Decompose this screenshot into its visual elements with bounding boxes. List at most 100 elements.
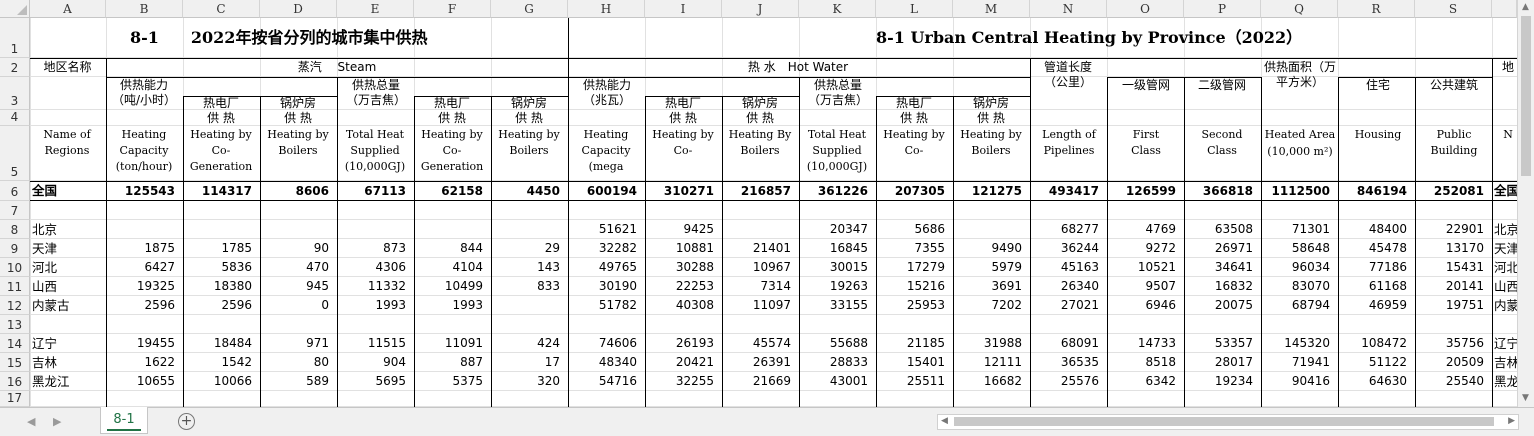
table-cell[interactable]: 62158	[414, 181, 491, 201]
column-header-Q[interactable]: Q	[1261, 0, 1338, 18]
table-cell[interactable]: 36244	[1030, 239, 1107, 258]
table-cell[interactable]: 15431	[1415, 258, 1492, 277]
table-cell[interactable]: 55688	[799, 334, 876, 353]
table-cell[interactable]: 30015	[799, 258, 876, 277]
table-cell[interactable]: 15216	[876, 277, 953, 296]
row-header-10[interactable]: 10	[0, 258, 30, 277]
table-cell[interactable]: 4769	[1107, 220, 1184, 239]
scroll-right-icon[interactable]: ▶	[1508, 416, 1515, 426]
table-cell[interactable]: 13170	[1415, 239, 1492, 258]
column-header-E[interactable]: E	[337, 0, 414, 18]
table-cell[interactable]	[106, 220, 183, 239]
table-cell[interactable]: 7202	[953, 296, 1030, 315]
table-cell[interactable]: 21669	[722, 372, 799, 391]
table-cell[interactable]: 20141	[1415, 277, 1492, 296]
table-cell[interactable]: 12111	[953, 353, 1030, 372]
table-cell[interactable]: 32255	[645, 372, 722, 391]
table-cell[interactable]: 1993	[337, 296, 414, 315]
table-cell[interactable]: 71941	[1261, 353, 1338, 372]
table-cell[interactable]: 9272	[1107, 239, 1184, 258]
table-cell[interactable]: 10521	[1107, 258, 1184, 277]
table-cell[interactable]: 83070	[1261, 277, 1338, 296]
table-cell[interactable]: 26391	[722, 353, 799, 372]
table-cell[interactable]: 18484	[183, 334, 260, 353]
column-header-A[interactable]: A	[30, 0, 106, 18]
table-cell[interactable]: 8606	[260, 181, 337, 201]
table-cell[interactable]: 29	[491, 239, 568, 258]
table-cell[interactable]: 40308	[645, 296, 722, 315]
table-cell[interactable]: 64630	[1338, 372, 1415, 391]
table-cell[interactable]: 96034	[1261, 258, 1338, 277]
table-cell[interactable]: 1622	[106, 353, 183, 372]
table-cell[interactable]: 252081	[1415, 181, 1492, 201]
table-cell[interactable]: 25540	[1415, 372, 1492, 391]
table-cell[interactable]: 11332	[337, 277, 414, 296]
vertical-scroll-thumb[interactable]	[1521, 16, 1531, 176]
column-header-M[interactable]: M	[953, 0, 1030, 18]
table-cell[interactable]: 68277	[1030, 220, 1107, 239]
table-cell[interactable]: 2596	[183, 296, 260, 315]
table-cell[interactable]: 45574	[722, 334, 799, 353]
row-header-15[interactable]: 15	[0, 353, 30, 372]
table-cell[interactable]: 207305	[876, 181, 953, 201]
table-cell[interactable]: 20421	[645, 353, 722, 372]
table-cell[interactable]: 51122	[1338, 353, 1415, 372]
table-cell[interactable]: 361226	[799, 181, 876, 201]
table-cell[interactable]: 21401	[722, 239, 799, 258]
table-cell[interactable]: 20347	[799, 220, 876, 239]
table-cell[interactable]: 67113	[337, 181, 414, 201]
column-header-B[interactable]: B	[106, 0, 183, 18]
prev-sheet-icon[interactable]: ◀	[27, 415, 35, 428]
table-cell[interactable]: 14733	[1107, 334, 1184, 353]
row-header-1[interactable]: 1	[0, 18, 30, 58]
table-cell[interactable]: 4306	[337, 258, 414, 277]
table-cell[interactable]: 7355	[876, 239, 953, 258]
table-cell[interactable]: 945	[260, 277, 337, 296]
row-header-16[interactable]: 16	[0, 372, 30, 391]
row-header-13[interactable]: 13	[0, 315, 30, 334]
table-cell[interactable]: 45478	[1338, 239, 1415, 258]
table-cell[interactable]: 28017	[1184, 353, 1261, 372]
table-cell[interactable]: 31988	[953, 334, 1030, 353]
table-cell[interactable]: 21185	[876, 334, 953, 353]
table-cell[interactable]	[491, 220, 568, 239]
scroll-left-icon[interactable]: ◀	[941, 416, 948, 426]
table-cell[interactable]: 9507	[1107, 277, 1184, 296]
column-header-S[interactable]: S	[1415, 0, 1492, 18]
table-cell[interactable]: 34641	[1184, 258, 1261, 277]
table-cell[interactable]: 45163	[1030, 258, 1107, 277]
column-header-C[interactable]: C	[183, 0, 260, 18]
table-cell[interactable]: 1112500	[1261, 181, 1338, 201]
table-cell[interactable]: 22901	[1415, 220, 1492, 239]
table-cell[interactable]: 16845	[799, 239, 876, 258]
table-cell[interactable]: 26971	[1184, 239, 1261, 258]
sheet-tab[interactable]: 8-1	[100, 407, 148, 434]
table-cell[interactable]: 90	[260, 239, 337, 258]
table-cell[interactable]: 9425	[645, 220, 722, 239]
table-cell[interactable]: 19325	[106, 277, 183, 296]
table-cell[interactable]: 600194	[568, 181, 645, 201]
table-cell[interactable]: 9490	[953, 239, 1030, 258]
next-sheet-icon[interactable]: ▶	[53, 415, 61, 428]
column-header-I[interactable]: I	[645, 0, 722, 18]
table-cell[interactable]	[414, 220, 491, 239]
scroll-down-icon[interactable]: ▼	[1522, 393, 1529, 403]
table-cell[interactable]: 0	[260, 296, 337, 315]
table-cell[interactable]: 18380	[183, 277, 260, 296]
row-header-14[interactable]: 14	[0, 334, 30, 353]
table-cell[interactable]: 310271	[645, 181, 722, 201]
table-cell[interactable]: 10881	[645, 239, 722, 258]
table-cell[interactable]: 145320	[1261, 334, 1338, 353]
table-cell[interactable]: 36535	[1030, 353, 1107, 372]
table-cell[interactable]: 10066	[183, 372, 260, 391]
table-cell[interactable]: 48400	[1338, 220, 1415, 239]
table-cell[interactable]: 2596	[106, 296, 183, 315]
table-cell[interactable]: 77186	[1338, 258, 1415, 277]
row-header-4[interactable]: 4	[0, 110, 30, 126]
table-cell[interactable]: 7314	[722, 277, 799, 296]
add-sheet-icon[interactable]: +	[178, 413, 195, 430]
table-cell[interactable]: 424	[491, 334, 568, 353]
table-cell[interactable]	[491, 296, 568, 315]
table-cell[interactable]: 28833	[799, 353, 876, 372]
table-cell[interactable]: 6342	[1107, 372, 1184, 391]
